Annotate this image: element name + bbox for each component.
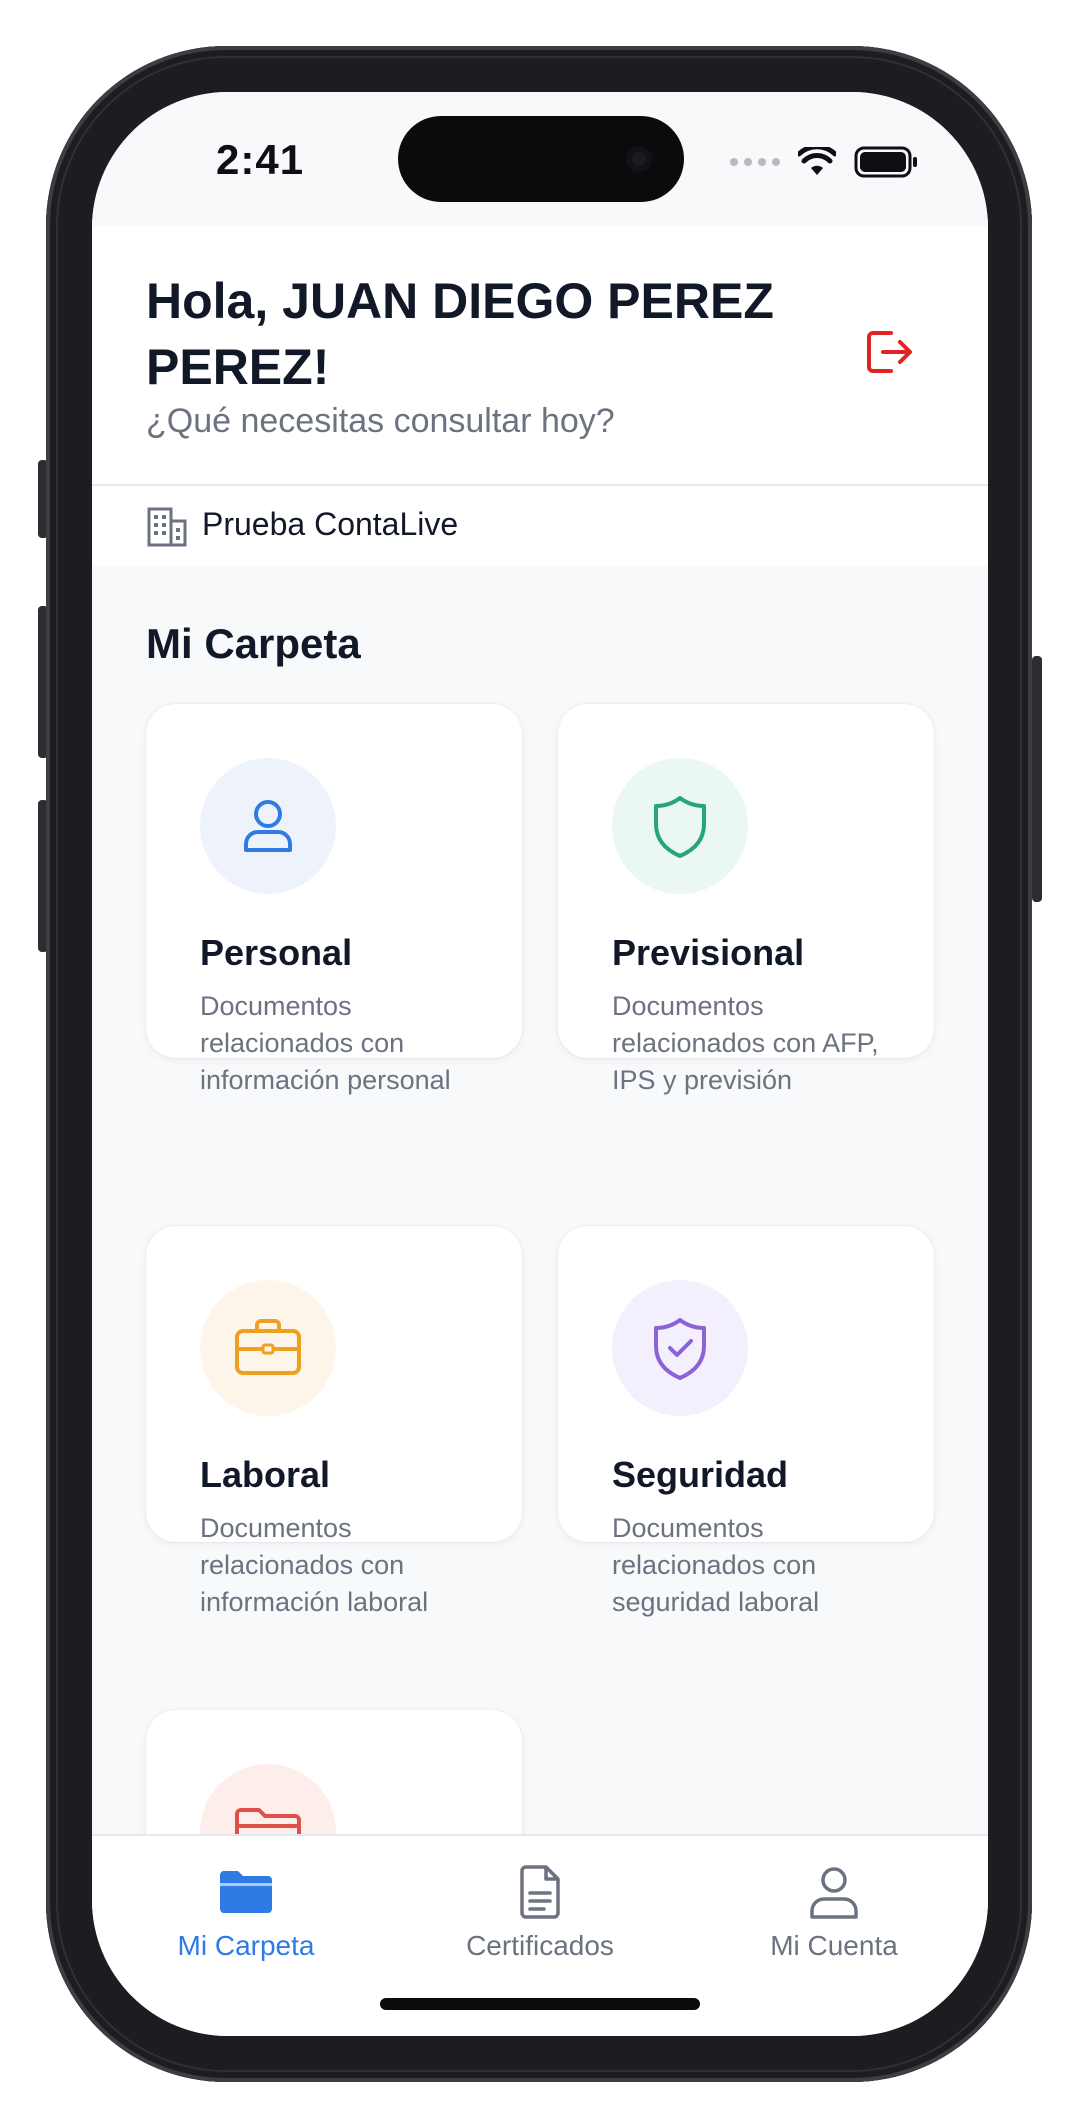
power-button <box>1032 656 1042 902</box>
card-previsional[interactable]: Previsional Documentos relacionados con … <box>558 704 934 1095</box>
home-indicator[interactable] <box>380 1998 700 2010</box>
folder-icon <box>220 1871 272 1913</box>
logout-icon <box>867 331 912 373</box>
shield-check-icon <box>654 1318 706 1380</box>
card-personal[interactable]: Personal Documentos relacionados con inf… <box>146 704 522 1095</box>
card-icon-circle <box>200 758 336 894</box>
card-title: Seguridad <box>612 1454 789 1495</box>
card-title: Personal <box>200 932 353 973</box>
document-icon <box>520 1865 560 1919</box>
card-description: Documentos relacionados con información … <box>200 1513 429 1617</box>
signal-dots-icon <box>730 158 780 166</box>
tab-label: Mi Carpeta <box>177 1930 315 1961</box>
section-title: Mi Carpeta <box>146 620 361 667</box>
card-description: Documentos relacionados con seguridad la… <box>612 1513 820 1617</box>
card-icon-circle <box>612 758 748 894</box>
tab-label: Mi Cuenta <box>770 1930 898 1961</box>
tab-mi-carpeta[interactable]: Mi Carpeta <box>136 1862 356 1962</box>
briefcase-icon <box>235 1319 301 1375</box>
user-icon <box>810 1867 858 1919</box>
card-title: Laboral <box>200 1454 331 1495</box>
status-time: 2:41 <box>216 136 305 183</box>
user-icon <box>244 800 292 852</box>
dynamic-island <box>398 116 684 202</box>
card-title: Previsional <box>612 932 805 973</box>
status-indicators <box>730 142 918 182</box>
shield-icon <box>654 796 706 858</box>
front-camera <box>626 146 652 172</box>
building-icon <box>147 507 187 547</box>
greeting-subtitle: ¿Qué necesitas consultar hoy? <box>146 402 615 440</box>
tab-label: Certificados <box>466 1930 614 1961</box>
card-description: Documentos relacionados con información … <box>200 991 451 1095</box>
tab-certificados[interactable]: Certificados <box>430 1862 650 1962</box>
card-laboral[interactable]: Laboral Documentos relacionados con info… <box>146 1226 522 1617</box>
header: Hola, JUAN DIEGO PEREZ PEREZ! ¿Qué neces… <box>92 226 988 486</box>
status-bar: 2:41 <box>92 92 988 226</box>
card-icon-circle <box>612 1280 748 1416</box>
battery-icon <box>854 146 917 178</box>
wifi-icon <box>798 147 836 175</box>
tab-mi-cuenta[interactable]: Mi Cuenta <box>724 1862 944 1962</box>
greeting-title: Hola, JUAN DIEGO PEREZ PEREZ! <box>146 273 774 395</box>
logout-button[interactable] <box>860 322 920 382</box>
company-row[interactable]: Prueba ContaLive <box>92 486 988 566</box>
card-description: Documentos relacionados con AFP, IPS y p… <box>612 991 879 1095</box>
card-seguridad[interactable]: Seguridad Documentos relacionados con se… <box>558 1226 934 1617</box>
company-name: Prueba ContaLive <box>202 506 459 542</box>
page: 2:41 Hola, JUAN DIEGO PEREZ PEREZ! ¿Qué … <box>0 0 1080 2128</box>
card-icon-circle <box>200 1280 336 1416</box>
phone-screen: 2:41 Hola, JUAN DIEGO PEREZ PEREZ! ¿Qué … <box>92 92 988 2036</box>
